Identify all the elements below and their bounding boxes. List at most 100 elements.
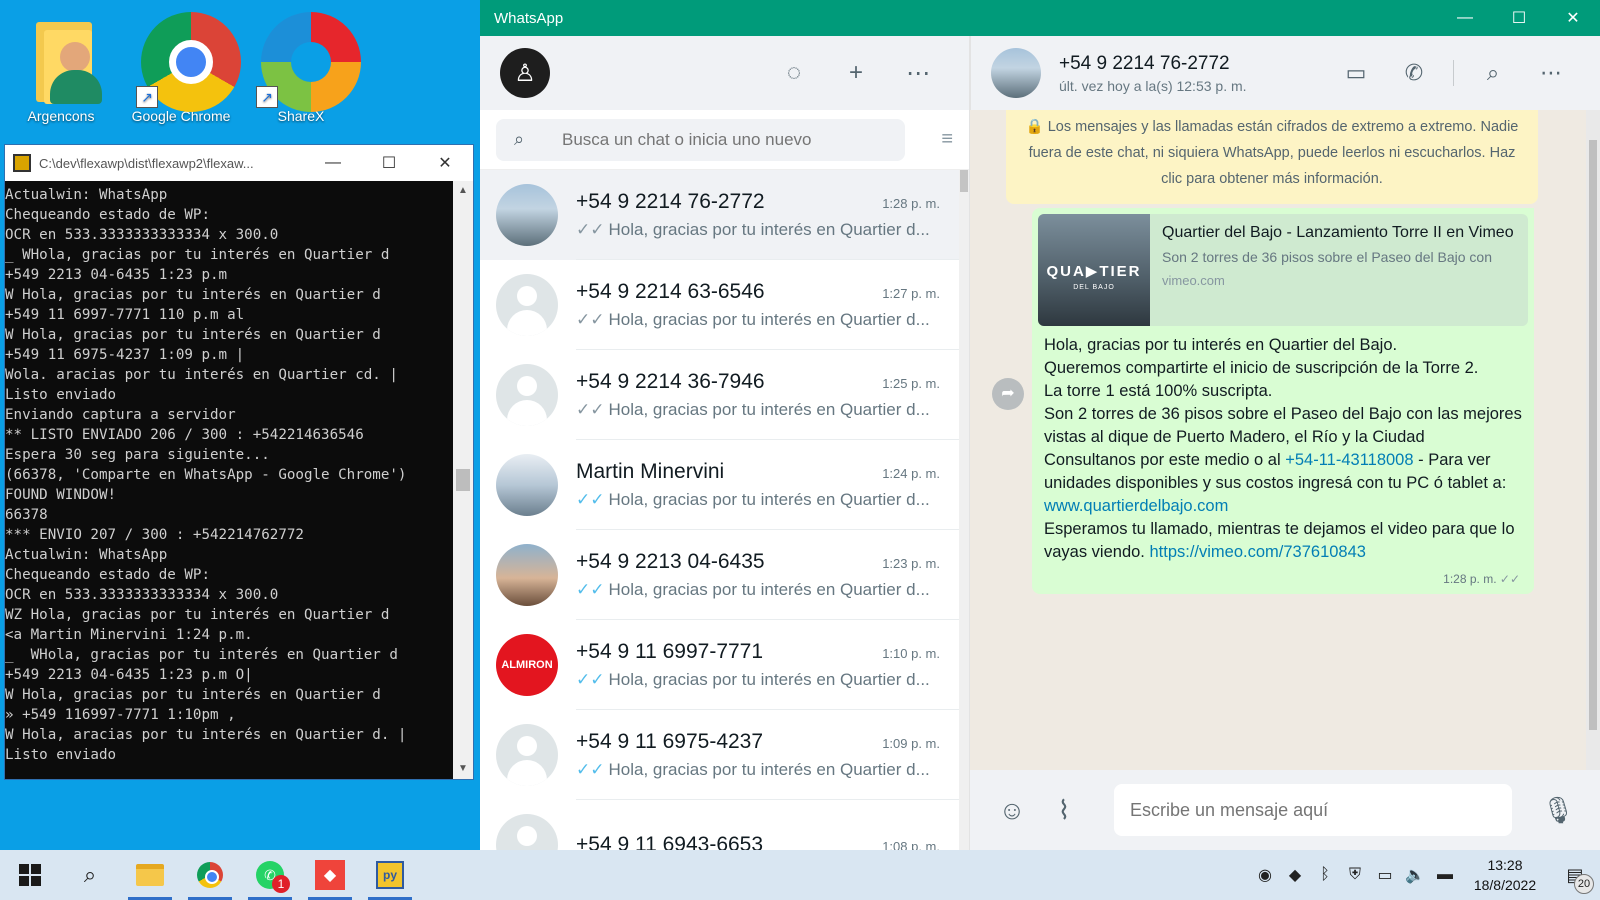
scroll-thumb[interactable] [456,469,470,491]
chat-list-item[interactable]: +54 9 2213 04-6435 1:23 p. m. ✓✓ Hola, grac… [480,530,960,620]
scroll-up-icon[interactable]: ▲ [453,181,473,201]
chat-list-item[interactable]: +54 9 11 6943-6653 1:08 p. m. [480,800,960,850]
console-window: C:\dev\flexawp\dist\flexawp2\flexaw... —… [4,144,474,780]
desktop-icon-google-chrome[interactable]: ↗ Google Chrome [126,8,241,124]
console-line: Actualwin: WhatsApp [5,547,168,563]
chat-list-item[interactable]: +54 9 2214 76-2772 1:28 p. m. ✓✓ Hola, grac… [480,170,960,260]
search-box[interactable]: ⌕ [496,118,905,161]
battery-icon[interactable]: ▬ [1430,866,1460,884]
taskbar-search-button[interactable]: ⌕ [60,850,120,900]
start-button[interactable] [0,850,60,900]
minimize-button[interactable]: — [1438,0,1492,36]
chat-list-item[interactable]: +54 9 11 6975-4237 1:09 p. m. ✓✓ Hola, grac… [480,710,960,800]
double-check-icon: ✓✓ [576,669,605,689]
bluetooth-icon[interactable]: ᛒ [1310,866,1340,884]
chat-avatar [496,814,558,850]
maximize-button[interactable]: ☐ [1492,0,1546,36]
console-line: W Hola, aracias por tu interés en Quarti… [5,727,407,743]
message-scrollbar[interactable] [1586,110,1600,770]
console-line: <a Martin Minervini 1:24 p.m. [5,627,253,643]
taskbar-anydesk[interactable]: ◆ [300,850,360,900]
chat-name: +54 9 2214 36-7946 [576,369,765,393]
search-input[interactable] [562,129,882,150]
taskbar-whatsapp[interactable]: ✆ 1 [240,850,300,900]
console-line: Enviando captura a servidor [5,407,236,423]
chat-list-item[interactable]: +54 9 2214 36-7946 1:25 p. m. ✓✓ Hola, grac… [480,350,960,440]
chat-list-item[interactable]: Martin Minervini 1:24 p. m. ✓✓ Hola, gracia… [480,440,960,530]
attach-icon[interactable]: ⌇ [1038,795,1090,826]
emoji-icon[interactable]: ☺ [986,795,1038,826]
contact-avatar[interactable] [991,48,1041,98]
voice-call-icon[interactable]: ✆ [1385,60,1443,86]
new-chat-icon[interactable]: + [825,59,887,87]
search-icon[interactable]: ⌕ [1464,60,1522,86]
console-scrollbar[interactable]: ▲ ▼ [453,181,473,779]
menu-icon[interactable]: ⋯ [1522,60,1580,86]
outgoing-message[interactable]: QUA▶TIER DEL BAJO Quartier del Bajo - La… [1032,208,1534,594]
chrome-tray-icon[interactable]: ◉ [1250,865,1280,885]
conversation-pane: +54 9 2214 76-2772 últ. vez hoy a la(s) … [970,36,1600,850]
whatsapp-icon: ✆ 1 [256,861,290,893]
notification-center[interactable]: ▤ 20 [1550,865,1600,894]
minimize-button[interactable]: — [305,145,361,181]
message-input-box[interactable] [1114,784,1512,836]
taskbar-chrome[interactable] [180,850,240,900]
network-icon[interactable]: ▭ [1370,865,1400,885]
chat-preview: Hola, gracias por tu interés en Quartier… [608,399,930,419]
taskbar-file-explorer[interactable] [120,850,180,900]
user-folder-icon [16,8,106,108]
console-line: Chequeando estado de WP: [5,207,210,223]
console-line: FOUND WINDOW! [5,487,117,503]
profile-avatar[interactable]: ♙ [500,48,550,98]
desktop-icon-sharex[interactable]: ↗ ShareX [246,8,361,124]
status-icon[interactable]: ◌ [763,59,825,87]
chat-list-scrollbar[interactable] [959,170,969,850]
system-clock[interactable]: 13:28 18/8/2022 [1460,855,1550,895]
contact-last-seen: últ. vez hoy a la(s) 12:53 p. m. [1059,77,1247,94]
menu-icon[interactable]: ⋯ [887,59,949,88]
search-icon: ⌕ [514,129,525,149]
message-area: 🔒 Los mensajes y las llamadas están cifr… [970,110,1586,770]
video-call-icon[interactable]: ▭ [1327,60,1385,86]
phone-link[interactable]: +54-11-43118008 [1285,451,1413,469]
console-line: Chequeando estado de WP: [5,567,210,583]
encryption-notice[interactable]: 🔒 Los mensajes y las llamadas están cifr… [1006,110,1538,204]
lock-icon: 🔒 [1025,119,1044,135]
microphone-icon[interactable]: 🎙 [1532,795,1584,826]
double-check-icon: ✓✓ [576,309,605,329]
chat-list-item[interactable]: +54 9 2214 63-6546 1:27 p. m. ✓✓ Hola, grac… [480,260,960,350]
maximize-button[interactable]: ☐ [361,145,417,181]
chat-list-item[interactable]: ALMIRON +54 9 11 6997-7771 1:10 p. m. ✓✓ Hol… [480,620,960,710]
chat-preview: Hola, gracias por tu interés en Quartier… [608,669,930,689]
close-button[interactable]: ✕ [1546,0,1600,36]
console-title: C:\dev\flexawp\dist\flexawp2\flexaw... [39,155,254,171]
chat-preview: Hola, gracias por tu interés en Quartier… [608,579,930,599]
taskbar-python-console[interactable]: py [360,850,420,900]
chat-time: 1:27 p. m. [882,285,940,301]
chat-name: +54 9 2214 76-2772 [576,189,765,213]
anydesk-tray-icon[interactable]: ◆ [1280,865,1310,885]
shortcut-arrow-icon: ↗ [256,86,278,108]
forward-icon[interactable]: ➦ [992,378,1024,410]
whatsapp-titlebar[interactable]: WhatsApp — ☐ ✕ [480,0,1600,36]
chat-avatar: ALMIRON [496,634,558,696]
message-input[interactable] [1130,799,1512,821]
console-line: Wola. aracias por tu interés en Quartier… [5,367,398,383]
conversation-header[interactable]: +54 9 2214 76-2772 últ. vez hoy a la(s) … [970,36,1600,110]
volume-muted-icon[interactable]: 🔈 [1400,865,1430,885]
clock-date: 18/8/2022 [1473,877,1537,893]
double-check-icon: ✓✓ [576,759,605,779]
website-link[interactable]: www.quartierdelbajo.com [1044,497,1228,515]
double-check-icon: ✓✓ [576,489,605,509]
console-line: Actualwin: WhatsApp [5,187,168,203]
chat-time: 1:23 p. m. [882,555,940,571]
scroll-down-icon[interactable]: ▼ [453,759,473,779]
console-titlebar[interactable]: C:\dev\flexawp\dist\flexawp2\flexaw... —… [5,145,473,181]
security-icon[interactable]: ⛨ [1340,866,1370,884]
filter-icon[interactable]: ≡ [905,128,953,151]
video-link[interactable]: https://vimeo.com/737610843 [1149,543,1365,561]
video-thumbnail[interactable]: QUA▶TIER DEL BAJO [1038,214,1150,326]
desktop-icon-argencons[interactable]: Argencons [6,8,116,124]
link-preview[interactable]: QUA▶TIER DEL BAJO Quartier del Bajo - La… [1038,214,1528,326]
close-button[interactable]: ✕ [417,145,473,181]
